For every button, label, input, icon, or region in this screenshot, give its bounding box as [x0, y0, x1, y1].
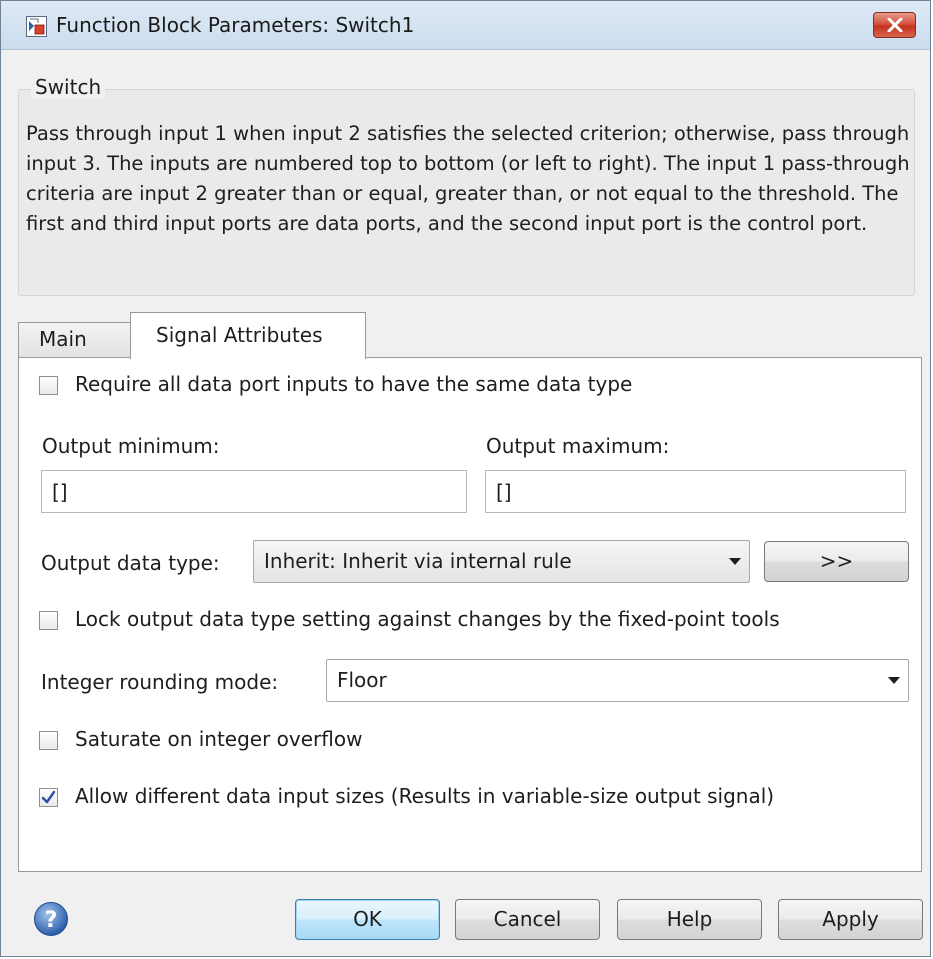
ok-button[interactable]: OK [295, 899, 440, 940]
chevron-down-icon [729, 558, 741, 565]
svg-text:?: ? [45, 908, 58, 933]
allow-different-sizes-label: Allow different data input sizes (Result… [75, 784, 775, 808]
rounding-mode-dropdown[interactable]: Floor [326, 659, 909, 702]
simulink-block-icon [26, 16, 47, 37]
tab-main-label: Main [39, 327, 87, 351]
lock-output-type-label: Lock output data type setting against ch… [75, 607, 780, 631]
allow-different-sizes-checkbox[interactable] [39, 788, 58, 807]
output-data-type-dropdown[interactable]: Inherit: Inherit via internal rule [253, 540, 750, 583]
help-button[interactable]: Help [617, 899, 762, 940]
output-maximum-field[interactable] [485, 470, 906, 513]
output-minimum-field[interactable] [41, 470, 467, 513]
data-type-assistant-label: >> [819, 549, 854, 573]
output-data-type-label: Output data type: [41, 551, 220, 575]
output-minimum-label: Output minimum: [42, 434, 220, 458]
question-mark-icon[interactable]: ? [33, 901, 69, 937]
cancel-label: Cancel [493, 907, 562, 931]
block-name-legend: Switch [31, 75, 106, 99]
apply-button[interactable]: Apply [778, 899, 923, 940]
tab-main[interactable]: Main [18, 322, 131, 358]
dialog-window: Function Block Parameters: Switch1 Switc… [0, 0, 931, 957]
help-label: Help [666, 907, 713, 931]
data-type-assistant-button[interactable]: >> [764, 541, 909, 582]
saturate-checkbox[interactable] [39, 731, 58, 750]
title-bar[interactable]: Function Block Parameters: Switch1 [1, 1, 930, 50]
apply-label: Apply [822, 907, 879, 931]
output-data-type-value: Inherit: Inherit via internal rule [264, 549, 572, 573]
checkmark-icon [41, 790, 56, 804]
window-title: Function Block Parameters: Switch1 [56, 13, 415, 37]
chevron-down-icon [888, 677, 900, 684]
rounding-mode-label: Integer rounding mode: [41, 670, 279, 694]
require-same-type-label: Require all data port inputs to have the… [75, 372, 633, 396]
require-same-type-checkbox[interactable] [39, 376, 58, 395]
block-description: Pass through input 1 when input 2 satisf… [26, 122, 910, 235]
tab-signal-attributes-label: Signal Attributes [156, 323, 323, 347]
lock-output-type-checkbox[interactable] [39, 611, 58, 630]
cancel-button[interactable]: Cancel [455, 899, 600, 940]
rounding-mode-value: Floor [337, 668, 387, 692]
tab-signal-attributes[interactable]: Signal Attributes [130, 312, 366, 359]
output-maximum-label: Output maximum: [486, 434, 670, 458]
close-icon [887, 18, 903, 32]
saturate-label: Saturate on integer overflow [75, 727, 363, 751]
signal-attributes-panel: Require all data port inputs to have the… [18, 357, 922, 872]
close-button[interactable] [873, 12, 916, 38]
ok-label: OK [353, 907, 382, 931]
